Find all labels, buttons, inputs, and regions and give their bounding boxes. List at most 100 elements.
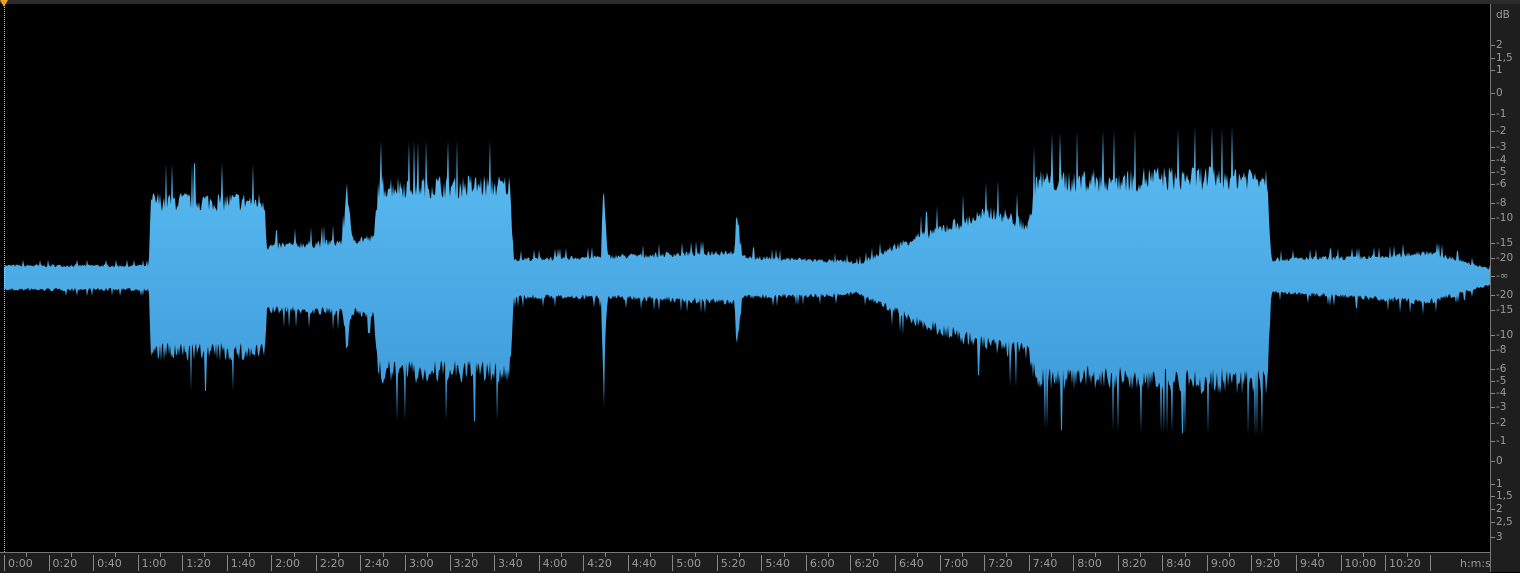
db-label-upper: -1 bbox=[1496, 108, 1507, 120]
db-tick bbox=[1491, 93, 1495, 94]
db-label-lower: -10 bbox=[1496, 329, 1514, 341]
time-tick bbox=[694, 553, 696, 557]
db-label-upper: -3 bbox=[1496, 141, 1507, 153]
time-ruler[interactable]: h:m:s 0:00 0:20 0:40 1:00 1:20 1:40 2:00 2:20 2:… bbox=[0, 552, 1491, 573]
db-label-upper: 2 bbox=[1496, 39, 1503, 51]
db-label-upper: -6 bbox=[1496, 178, 1507, 190]
time-label: 8:40 bbox=[1162, 555, 1191, 571]
waveform-display[interactable] bbox=[0, 4, 1490, 552]
time-tick bbox=[739, 553, 741, 557]
db-tick bbox=[1491, 243, 1495, 244]
time-tick bbox=[1140, 553, 1142, 557]
db-label-upper: -8 bbox=[1496, 197, 1507, 209]
db-tick bbox=[1491, 160, 1495, 161]
time-tick bbox=[1362, 553, 1364, 557]
time-label: 7:40 bbox=[1028, 555, 1057, 571]
time-label: 6:20 bbox=[850, 555, 879, 571]
time-tick bbox=[159, 553, 161, 557]
time-tick bbox=[1273, 553, 1275, 557]
db-label-lower: 2 bbox=[1496, 503, 1503, 515]
db-label-lower: -8 bbox=[1496, 344, 1507, 356]
db-label-lower: -1 bbox=[1496, 435, 1507, 447]
time-tick bbox=[1318, 553, 1320, 557]
time-label: 1:40 bbox=[226, 555, 255, 571]
db-tick bbox=[1491, 218, 1495, 219]
time-tick bbox=[204, 553, 206, 557]
db-tick bbox=[1491, 496, 1495, 497]
time-tick bbox=[70, 553, 72, 557]
time-tick bbox=[1095, 553, 1097, 557]
db-label-upper: -5 bbox=[1496, 166, 1507, 178]
db-scale: dB 2 1,5 1 0 -1 -2 -3 -4 -5 -6 -8 -10 -15 -20 -∞ -20 -15… bbox=[1490, 4, 1520, 572]
db-label-lower: 3 bbox=[1496, 531, 1503, 543]
db-tick bbox=[1491, 172, 1495, 173]
db-tick bbox=[1491, 184, 1495, 185]
playhead-marker[interactable] bbox=[0, 0, 8, 7]
time-tick bbox=[115, 553, 117, 557]
time-tick bbox=[471, 553, 473, 557]
time-tick bbox=[338, 553, 340, 557]
db-label-lower: -20 bbox=[1496, 289, 1514, 301]
time-tick bbox=[961, 553, 963, 557]
db-tick bbox=[1491, 114, 1495, 115]
db-tick bbox=[1491, 393, 1495, 394]
time-label: 4:20 bbox=[583, 555, 612, 571]
db-tick bbox=[1491, 70, 1495, 71]
db-tick bbox=[1491, 537, 1495, 538]
time-label: 0:00 bbox=[4, 555, 33, 571]
db-label-lower: 1 bbox=[1496, 478, 1503, 490]
time-label: 1:20 bbox=[182, 555, 211, 571]
time-label: 5:40 bbox=[761, 555, 790, 571]
db-tick bbox=[1491, 423, 1495, 424]
db-tick bbox=[1491, 350, 1495, 351]
db-tick bbox=[1491, 522, 1495, 523]
time-tick bbox=[1050, 553, 1052, 557]
waveform-path bbox=[4, 125, 1490, 437]
time-tick bbox=[427, 553, 429, 557]
time-label: 9:20 bbox=[1251, 555, 1280, 571]
time-tick bbox=[249, 553, 251, 557]
db-tick bbox=[1491, 203, 1495, 204]
time-unit-label: h:m:s bbox=[1460, 557, 1491, 570]
db-tick bbox=[1491, 58, 1495, 59]
db-tick bbox=[1491, 45, 1495, 46]
time-tick bbox=[605, 553, 607, 557]
time-label: 9:40 bbox=[1295, 555, 1325, 571]
time-label: 9:00 bbox=[1206, 555, 1236, 571]
time-tick bbox=[516, 553, 518, 557]
time-label: 5:20 bbox=[716, 555, 746, 571]
time-label: 4:00 bbox=[538, 555, 567, 571]
db-tick bbox=[1491, 147, 1495, 148]
time-label: 3:40 bbox=[494, 555, 523, 571]
db-label-upper: -2 bbox=[1496, 125, 1507, 137]
db-label-upper: -15 bbox=[1496, 237, 1514, 249]
db-tick bbox=[1491, 258, 1495, 259]
time-label: 10:20 bbox=[1385, 555, 1421, 571]
db-label-upper: -4 bbox=[1496, 154, 1507, 166]
time-label: 1:00 bbox=[137, 555, 166, 571]
time-label: 7:20 bbox=[984, 555, 1013, 571]
time-label: 5:00 bbox=[672, 555, 701, 571]
time-label: 2:00 bbox=[271, 555, 300, 571]
time-label: 4:40 bbox=[627, 555, 656, 571]
db-tick bbox=[1491, 276, 1495, 277]
time-tick bbox=[649, 553, 651, 557]
db-label-lower: -2 bbox=[1496, 417, 1507, 429]
db-label-upper: 1,5 bbox=[1496, 52, 1513, 64]
time-tick-major bbox=[1429, 555, 1434, 571]
time-tick bbox=[1184, 553, 1186, 557]
playhead-cursor[interactable] bbox=[4, 4, 5, 552]
db-tick bbox=[1491, 461, 1495, 462]
time-label: 2:40 bbox=[360, 555, 389, 571]
db-tick bbox=[1491, 509, 1495, 510]
time-tick bbox=[1006, 553, 1008, 557]
db-tick bbox=[1491, 295, 1495, 296]
time-label: 3:00 bbox=[404, 555, 434, 571]
db-label-upper: -20 bbox=[1496, 252, 1514, 264]
db-tick bbox=[1491, 441, 1495, 442]
time-tick bbox=[1407, 553, 1409, 557]
db-label-lower: 0 bbox=[1496, 455, 1503, 467]
db-tick bbox=[1491, 335, 1495, 336]
time-label: 0:40 bbox=[93, 555, 122, 571]
time-tick bbox=[828, 553, 830, 557]
